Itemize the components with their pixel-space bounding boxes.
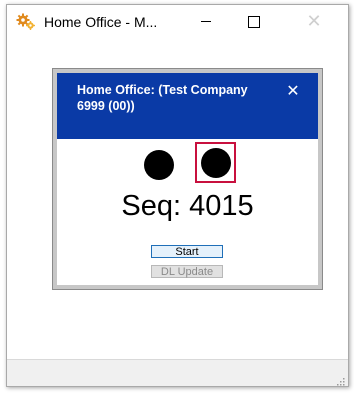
status-bar [7, 359, 348, 386]
title-bar[interactable]: Home Office - M... ✕ [7, 5, 348, 38]
indicator-dot-2 [201, 148, 231, 178]
start-button[interactable]: Start [151, 245, 223, 258]
indicator-dot-1 [144, 150, 174, 180]
dialog-title: Home Office: (Test Company 6999 (00)) [77, 83, 248, 113]
app-window: Home Office - M... ✕ Home Office: (Test … [6, 4, 349, 387]
resize-grip-icon[interactable] [335, 373, 345, 386]
window-client-area: Home Office: (Test Company 6999 (00)) ✕ … [7, 38, 348, 386]
dialog-body: Home Office: (Test Company 6999 (00)) ✕ … [57, 73, 318, 285]
close-icon: ✕ [306, 10, 322, 32]
minimize-icon [201, 21, 211, 22]
dialog-header: Home Office: (Test Company 6999 (00)) ✕ [57, 73, 318, 139]
maximize-button[interactable] [231, 5, 277, 38]
window-title: Home Office - M... [44, 14, 158, 30]
close-button[interactable]: ✕ [291, 5, 337, 38]
maximize-icon [248, 15, 260, 28]
gears-icon [16, 13, 36, 31]
dialog-close-icon[interactable]: ✕ [285, 83, 301, 99]
minimize-button[interactable] [183, 5, 229, 38]
status-dialog: Home Office: (Test Company 6999 (00)) ✕ … [52, 68, 323, 290]
sequence-label: Seq: 4015 [121, 190, 254, 222]
dl-update-button[interactable]: DL Update [151, 265, 223, 278]
